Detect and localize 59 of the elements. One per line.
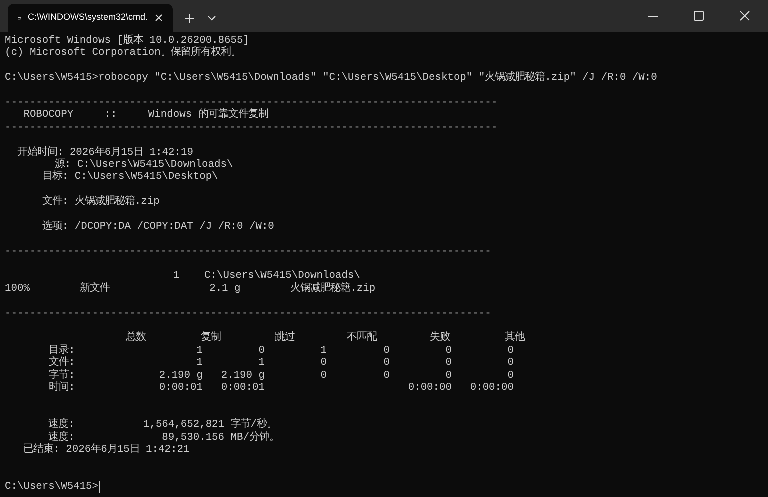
close-icon[interactable] (155, 14, 163, 22)
column-header: 总数 (126, 332, 146, 345)
table-cell: 0 (258, 344, 265, 358)
table-cell: 0:00:01 (159, 382, 203, 394)
row-label: 文件: (49, 357, 76, 370)
terminal-line: 100% 新文件 2.1 g 火锅减肥秘籍.zip (5, 282, 376, 296)
table-cell: 0 (320, 370, 327, 382)
table-cell: 2.190 g (221, 370, 265, 382)
terminal-tab[interactable]: C:\WINDOWS\system32\cmd. (8, 4, 173, 32)
table-cell: 1 (196, 344, 203, 358)
column-header: 复制 (201, 332, 221, 345)
text-cursor (98, 481, 100, 494)
terminal-line: 源: C:\Users\W5415\Downloads\ (54, 158, 234, 171)
terminal-line: 目标: C:\Users\W5415\Desktop\ (41, 171, 218, 184)
terminal-line: Microsoft Windows [版本 10.0.26200.8655] (5, 35, 250, 47)
terminal-line: 速度: 89,530.156 MB/分钟。 (48, 432, 280, 444)
row-label: 字节: (49, 370, 76, 382)
terminal-line: ------------------------------------------------------------------------------ (5, 308, 492, 320)
terminal-line: 开始时间: 2026年6月15日 1:42:19 (16, 146, 194, 159)
table-cell: 0:00:00 (408, 382, 452, 394)
terminal-line: ------------------------------------------------------------------------------ (5, 246, 492, 258)
command-prompt: C:\Users\W5415> (5, 481, 99, 494)
maximize-icon[interactable] (694, 11, 704, 21)
table-cell: 0 (508, 344, 514, 358)
terminal-line: (c) Microsoft Corporation。保留所有权利。 (5, 47, 241, 60)
terminal-line: C:\Users\W5415>robocopy "C:\Users\W5415\Downloads" "C:\Users\W5415\Desktop" "火锅减肥秘籍.zip" /J /R:0 /W:0 (5, 72, 658, 85)
terminal-line: ------------------------------------------------------------------------------- (5, 122, 498, 134)
table-cell: 0 (384, 344, 390, 358)
table-cell: 1 (196, 357, 203, 370)
table-cell: 0 (384, 370, 390, 382)
table-cell: 0:00:00 (470, 382, 514, 394)
table-cell: 0 (446, 357, 452, 370)
terminal-line: ------------------------------------------------------------------------------- (5, 96, 498, 109)
table-cell: 2.190 g (159, 370, 203, 382)
terminal-line: ROBOCOPY :: Windows 的可靠文件复制 (22, 109, 268, 122)
table-cell: 0 (384, 357, 390, 370)
row-label: 目录: (49, 344, 76, 357)
column-header: 不匹配 (347, 332, 377, 345)
table-cell: 1 (258, 357, 265, 370)
terminal-line: 选项: /DCOPY:DA /COPY:DAT /J /R:0 /W:0 (41, 220, 274, 234)
terminal-line: 已结束: 2026年6月15日 1:42:21 (22, 444, 190, 456)
terminal-line: 1 C:\Users\W5415\Downloads\ (172, 270, 360, 282)
column-header: 其他 (505, 332, 525, 345)
table-cell: 0 (508, 370, 514, 382)
terminal-line: 速度: 1,564,652,821 字节/秒。 (48, 419, 278, 432)
table-cell: 0 (320, 357, 327, 370)
column-header: 失败 (430, 332, 450, 345)
table-cell: 0 (508, 357, 514, 370)
table-cell: 1 (320, 344, 327, 358)
tab-title: C:\WINDOWS\system32\cmd. (28, 11, 148, 24)
table-cell: 0 (446, 370, 452, 382)
dropdown-caret-icon[interactable] (208, 16, 216, 20)
new-tab-icon[interactable] (185, 14, 194, 22)
column-header: 跳过 (275, 332, 295, 345)
close-icon[interactable] (740, 11, 750, 21)
row-label: 时间: (49, 382, 76, 394)
table-cell: 0 (446, 344, 452, 358)
terminal-line: 文件: 火锅减肥秘籍.zip (41, 196, 160, 208)
table-cell: 0:00:01 (221, 382, 265, 394)
